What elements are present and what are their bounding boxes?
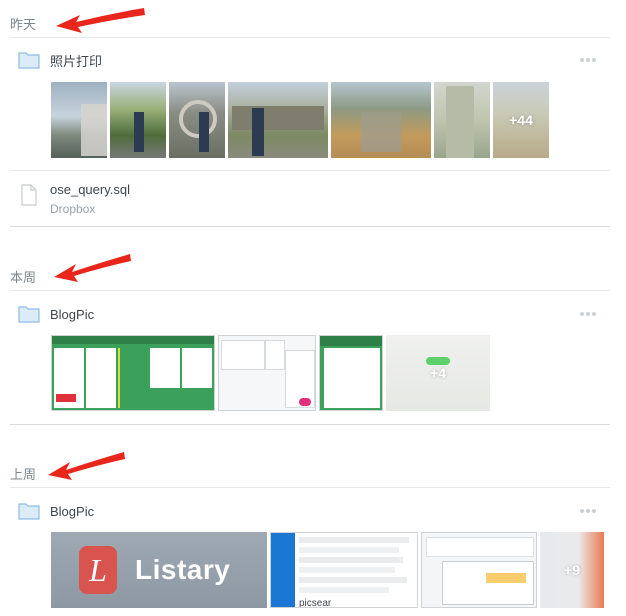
photo-thumbnail[interactable] bbox=[51, 82, 107, 158]
section-divider bbox=[10, 226, 610, 227]
folder-name: 照片打印 bbox=[50, 53, 103, 69]
section-divider bbox=[10, 424, 610, 425]
listary-text: Listary bbox=[135, 554, 231, 585]
photo-thumbnail[interactable] bbox=[169, 82, 225, 158]
photo-more-tile[interactable]: +9 bbox=[540, 532, 604, 608]
folder-row-blogpic[interactable]: BlogPic bbox=[18, 499, 94, 523]
more-count: +44 bbox=[509, 112, 533, 128]
photo-thumbnails: +4 bbox=[51, 335, 490, 411]
photo-thumbnails: L Listary picsear +9 bbox=[51, 532, 604, 608]
listary-logo: L bbox=[79, 546, 117, 594]
file-name: ose_query.sql bbox=[50, 182, 130, 197]
screenshot-thumbnail[interactable] bbox=[421, 532, 537, 608]
section-header-yesterday: 昨天 bbox=[10, 17, 37, 32]
more-options-icon[interactable] bbox=[580, 311, 596, 317]
photo-thumbnail[interactable] bbox=[331, 82, 431, 158]
folder-icon bbox=[18, 305, 40, 323]
folder-row-photo-print[interactable]: 照片打印 bbox=[18, 48, 102, 72]
divider bbox=[10, 290, 610, 291]
red-arrow-annotation bbox=[56, 8, 145, 33]
section-header-this-week: 本周 bbox=[10, 270, 37, 285]
folder-icon bbox=[18, 51, 40, 69]
red-arrow-annotation bbox=[54, 254, 131, 282]
photo-thumbnail[interactable] bbox=[228, 82, 328, 158]
screenshot-thumbnail[interactable] bbox=[218, 335, 316, 411]
red-arrow-annotation bbox=[48, 452, 125, 480]
picsearch-text: picsear bbox=[299, 598, 332, 608]
more-count: +9 bbox=[564, 562, 580, 578]
file-source: Dropbox bbox=[50, 202, 96, 216]
photo-thumbnail[interactable] bbox=[434, 82, 490, 158]
screenshot-thumbnail[interactable]: picsear bbox=[270, 532, 418, 608]
photo-more-tile[interactable]: +44 bbox=[493, 82, 549, 158]
file-icon bbox=[21, 184, 37, 206]
more-options-icon[interactable] bbox=[580, 57, 596, 63]
photo-thumbnail[interactable] bbox=[110, 82, 166, 158]
more-options-icon[interactable] bbox=[580, 508, 596, 514]
photo-more-tile[interactable]: +4 bbox=[386, 335, 490, 411]
folder-name: BlogPic bbox=[50, 503, 95, 519]
divider bbox=[10, 487, 610, 488]
divider bbox=[10, 37, 610, 38]
folder-row-blogpic[interactable]: BlogPic bbox=[18, 302, 94, 326]
screenshot-thumbnail[interactable] bbox=[51, 335, 215, 411]
section-header-last-week: 上周 bbox=[10, 467, 37, 482]
listary-thumbnail[interactable]: L Listary bbox=[51, 532, 267, 608]
screenshot-thumbnail[interactable] bbox=[319, 335, 383, 411]
divider bbox=[10, 170, 610, 171]
folder-icon bbox=[18, 502, 40, 520]
folder-name: BlogPic bbox=[50, 306, 95, 322]
photo-thumbnails: +44 bbox=[51, 82, 549, 158]
more-count: +4 bbox=[430, 365, 446, 381]
